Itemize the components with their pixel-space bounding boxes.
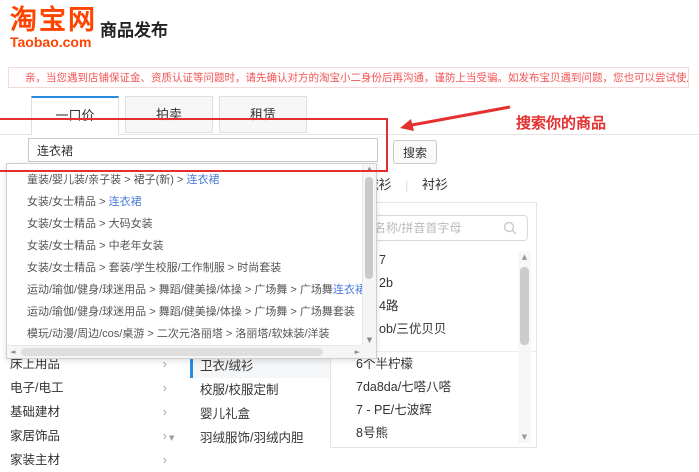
scrollbar-thumb[interactable] [21, 348, 323, 356]
suggestion-item[interactable]: 女装/女士精品 > 套装/学生校服/工作制服 > 时尚套装 [7, 257, 362, 279]
category-item-building-materials[interactable]: 基础建材 › [10, 400, 175, 424]
category-item-electronics[interactable]: 电子/电工 › [10, 376, 175, 400]
brand-list-scrollbar[interactable]: ▲ ▼ [518, 251, 531, 443]
dropdown-horizontal-scrollbar[interactable]: ◄ ► [7, 345, 363, 358]
subcategory-item-baby-gift-box[interactable]: 婴儿礼盒 › [190, 402, 347, 426]
suggestion-list: 童装/婴儿装/亲子装 > 裙子(新) > 连衣裙 女装/女士精品 > 连衣裙 女… [7, 169, 362, 346]
scroll-up-icon[interactable]: ▲ [518, 251, 531, 263]
scrollbar-thumb[interactable] [365, 177, 373, 279]
breadcrumb-divider: | [405, 178, 408, 192]
brand-item[interactable]: 7da8da/七嗒八嗒 [331, 376, 516, 399]
category-item-home-improvement[interactable]: 家装主材 › [10, 448, 175, 472]
scroll-left-icon[interactable]: ◄ [10, 346, 15, 358]
suggestion-item[interactable]: 女装/女士精品 > 中老年女装 [7, 235, 362, 257]
search-icon [503, 221, 517, 235]
brand-item[interactable]: 7 - PE/七波辉 [331, 399, 516, 422]
scroll-down-icon[interactable]: ▼ [169, 434, 174, 442]
chevron-right-icon: › [163, 448, 167, 472]
suggestion-item[interactable]: 运动/瑜伽/健身/球迷用品 > 舞蹈/健美操/体操 > 广场舞 > 广场舞套装 [7, 301, 362, 323]
tab-fixed-price[interactable]: 一口价 [31, 96, 119, 135]
suggestion-item[interactable]: 运动/瑜伽/健身/球迷用品 > 舞蹈/健美操/体操 > 广场舞 > 广场舞连衣裙 [7, 279, 362, 301]
subcategory-item-down-clothing[interactable]: 羽绒服饰/羽绒内胆 › [190, 426, 347, 450]
scrollbar-thumb[interactable] [520, 267, 529, 345]
suggestion-item[interactable]: 女装/女士精品 > 连衣裙 [7, 191, 362, 213]
chevron-right-icon: › [163, 376, 167, 400]
chevron-right-icon: › [163, 400, 167, 424]
brand-list-bottom: 6个半柠檬 7da8da/七嗒八嗒 7 - PE/七波辉 8号熊 [331, 353, 516, 445]
category-column-level2: 卫衣/绒衫 › 校服/校服定制 › 婴儿礼盒 › 羽绒服饰/羽绒内胆 › [190, 354, 347, 450]
suggestion-item[interactable]: 模玩/动漫/周边/cos/桌游 > 二次元洛丽塔 > 洛丽塔/软妹装/洋装 [7, 323, 362, 345]
scroll-right-icon[interactable]: ► [355, 346, 360, 358]
category-suggest-dropdown: 童装/婴儿装/亲子装 > 裙子(新) > 连衣裙 女装/女士精品 > 连衣裙 女… [6, 163, 377, 359]
scroll-up-icon[interactable]: ▲ [363, 164, 376, 175]
scrollbar-corner [363, 346, 376, 358]
category-item-home-decor[interactable]: 家居饰品 › [10, 424, 175, 448]
chevron-right-icon: › [163, 424, 167, 448]
suggestion-item[interactable]: 女装/女士精品 > 大码女装 [7, 213, 362, 235]
suggestion-item[interactable]: 童装/婴儿装/亲子装 > 裙子(新) > 连衣裙 [7, 169, 362, 191]
scroll-down-icon[interactable]: ▼ [363, 335, 376, 346]
dropdown-vertical-scrollbar[interactable]: ▲ ▼ [362, 164, 376, 346]
subcategory-item-school-uniform[interactable]: 校服/校服定制 › [190, 378, 347, 402]
category-column-level1: 床上用品 › 电子/电工 › 基础建材 › 家居饰品 › 家装主材 › [10, 352, 175, 472]
brand-item[interactable]: 8号熊 [331, 422, 516, 445]
breadcrumb-item-shirts[interactable]: 衬衫 [422, 177, 448, 192]
annotation-label: 搜索你的商品 [516, 112, 606, 133]
scroll-down-icon[interactable]: ▼ [518, 431, 531, 443]
